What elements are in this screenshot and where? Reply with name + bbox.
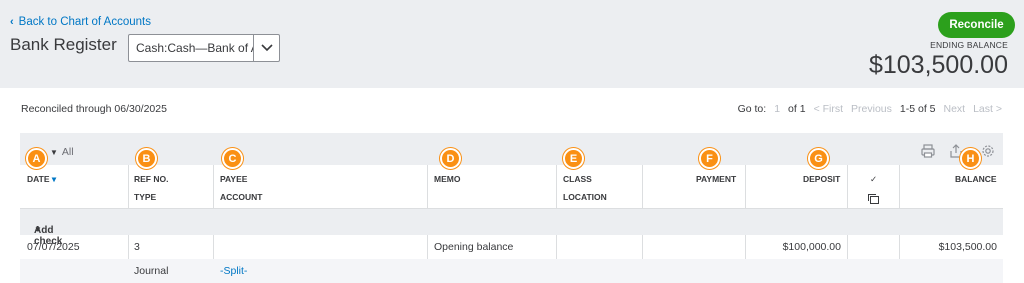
last-page-link[interactable]: Last >	[973, 103, 1002, 115]
column-header-type[interactable]: TYPE	[134, 192, 156, 202]
previous-page-link[interactable]: Previous	[851, 103, 892, 115]
column-header-balance[interactable]: BALANCE	[955, 174, 997, 184]
filter-dropdown[interactable]: ▼ All	[50, 146, 74, 158]
column-header-location[interactable]: LOCATION	[563, 192, 607, 202]
column-header-payee[interactable]: PAYEE	[220, 174, 247, 184]
first-page-link[interactable]: < First	[814, 103, 843, 115]
column-header-memo[interactable]: MEMO	[434, 174, 460, 184]
callout-badge-a: A	[26, 148, 47, 169]
page-current[interactable]: 1	[774, 103, 780, 115]
column-header-class[interactable]: CLASS	[563, 174, 592, 184]
column-header-payment[interactable]: PAYMENT	[696, 174, 736, 184]
copy-icon[interactable]	[867, 192, 880, 210]
callout-badge-c: C	[222, 148, 243, 169]
row-memo: Opening balance	[434, 241, 514, 253]
ending-balance-value: $103,500.00	[868, 51, 1008, 79]
filter-caret-icon: ▼	[50, 147, 58, 157]
callout-badge-f: F	[699, 148, 720, 169]
back-link-label: Back to Chart of Accounts	[18, 16, 151, 28]
account-select-value: Cash:Cash—Bank of Am	[136, 41, 253, 55]
reconciled-status: Reconciled through 06/30/2025	[21, 103, 167, 115]
add-check-row[interactable]: Add check ▼	[20, 209, 1003, 247]
callout-badge-d: D	[440, 148, 461, 169]
column-header-reconciled: ✓	[870, 174, 878, 184]
register-header: ‹ Back to Chart of Accounts Bank Registe…	[0, 0, 1024, 88]
chevron-down-icon[interactable]	[253, 35, 279, 61]
page-title: Bank Register	[10, 35, 117, 54]
callout-badge-b: B	[136, 148, 157, 169]
register-toolbar: ▼ All	[20, 133, 1003, 165]
column-header-ref-no[interactable]: REF NO.	[134, 174, 168, 184]
sort-desc-icon: ▾	[51, 174, 57, 184]
back-to-chart-of-accounts-link[interactable]: ‹ Back to Chart of Accounts	[10, 16, 151, 28]
row-deposit: $100,000.00	[782, 241, 841, 253]
chevron-left-icon: ‹	[10, 16, 14, 28]
register-table: DATE ▾ REF NO. TYPE PAYEE ACCOUNT MEMO C…	[20, 165, 1003, 283]
callout-badge-e: E	[563, 148, 584, 169]
pagination: Go to: 1 of 1 < First Previous 1-5 of 5 …	[738, 103, 1002, 115]
filter-label: All	[61, 146, 74, 158]
print-icon[interactable]	[921, 144, 935, 158]
table-row[interactable]: 07/07/2025 3 Journal -Split- Opening bal…	[20, 235, 1003, 283]
goto-label: Go to:	[737, 103, 767, 115]
row-balance: $103,500.00	[938, 241, 997, 253]
column-header-deposit[interactable]: DEPOSIT	[803, 174, 840, 184]
table-header-row: DATE ▾ REF NO. TYPE PAYEE ACCOUNT MEMO C…	[20, 165, 1003, 209]
account-select[interactable]: Cash:Cash—Bank of Am	[128, 34, 280, 62]
gear-icon[interactable]	[981, 144, 995, 158]
column-header-date[interactable]: DATE ▾	[27, 174, 56, 185]
page-total: of 1	[788, 103, 806, 115]
callout-badge-g: G	[808, 148, 829, 169]
row-type: Journal	[134, 265, 169, 277]
date-header-label: DATE	[27, 174, 50, 184]
next-page-link[interactable]: Next	[944, 103, 966, 115]
row-account-split-link[interactable]: -Split-	[220, 265, 247, 277]
row-date: 07/07/2025	[27, 241, 80, 253]
row-ref-no: 3	[134, 241, 140, 253]
page-range: 1-5 of 5	[899, 103, 936, 115]
callout-badge-h: H	[960, 148, 981, 169]
ending-balance-label: ENDING BALANCE	[930, 40, 1008, 50]
column-header-account[interactable]: ACCOUNT	[220, 192, 263, 202]
reconcile-button[interactable]: Reconcile	[938, 12, 1015, 38]
